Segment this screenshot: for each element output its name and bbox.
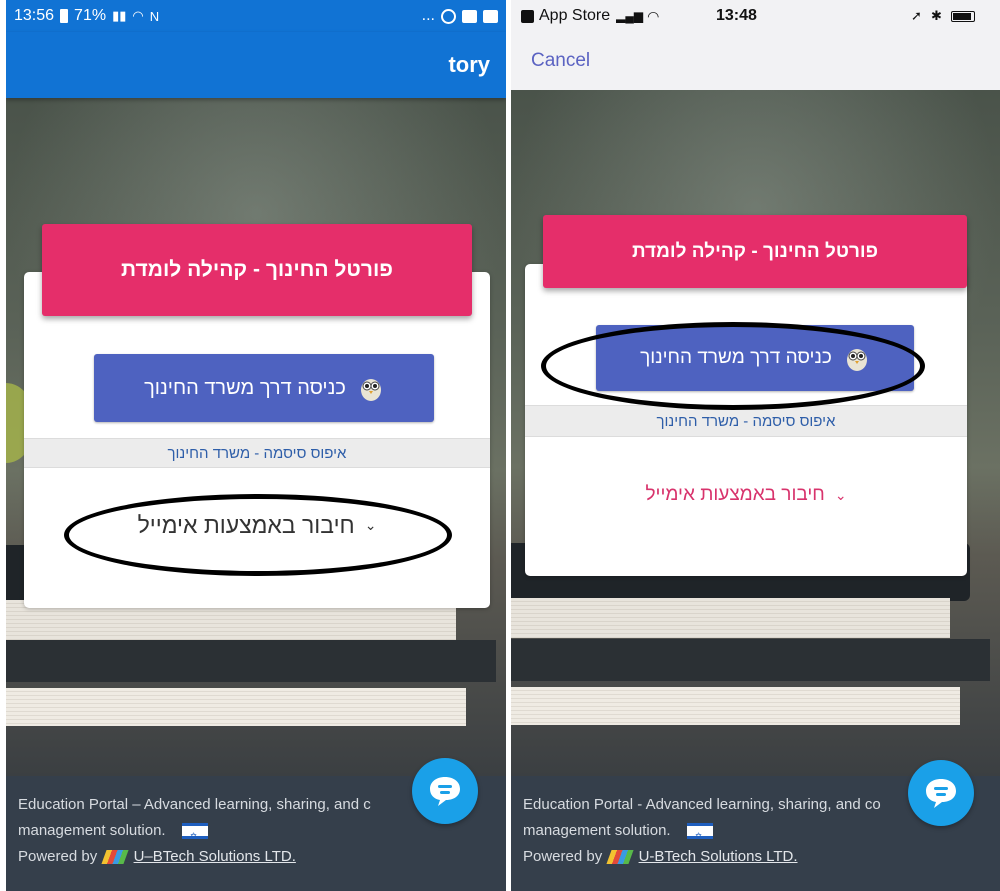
status-carrier[interactable]: App Store [539, 7, 610, 25]
footer-line-2: management solution. [18, 818, 494, 849]
email-login-label: חיבור באמצעות אימייל [137, 511, 355, 538]
footer-description: Education Portal – Advanced learning, sh… [18, 796, 371, 813]
signal-icon: ▮▮ [112, 8, 127, 23]
ubtech-logo-icon [101, 850, 129, 865]
cancel-button[interactable]: Cancel [531, 50, 590, 72]
android-status-bar: 13:56 71% ▮▮ ◠ N ... [6, 0, 506, 32]
back-to-app-icon [521, 9, 534, 23]
footer-line-2: management solution. [523, 818, 988, 849]
battery-icon [951, 10, 975, 22]
israel-flag-icon [181, 823, 208, 849]
signal-icon: ▂▄▆ [616, 9, 644, 23]
moe-login-button[interactable]: כניסה דרך משרד החינוך [94, 354, 434, 422]
app-bar: tory [6, 32, 506, 98]
book-pages [511, 686, 960, 725]
android-screen: 13:56 71% ▮▮ ◠ N ... tory כניסה דרך משרד… [6, 0, 506, 891]
mail-icon [462, 9, 477, 23]
ios-screen: App Store ▂▄▆ ◠ 13:48 ➚ ✱ Cancel כניסה ד… [511, 0, 1000, 891]
israel-flag-icon [686, 823, 713, 849]
chevron-down-icon: ⌄ [834, 486, 847, 503]
email-login-toggle[interactable]: חיבור באמצעות אימייל ⌄ [525, 480, 967, 510]
powered-by-label: Powered by [523, 848, 603, 865]
footer-line-3: Powered by U-BTech Solutions LTD. [523, 844, 988, 870]
footer-solution: management solution. [18, 822, 166, 839]
company-link[interactable]: U-BTech Solutions LTD. [639, 848, 798, 865]
battery-icon [60, 9, 69, 23]
login-card: כניסה דרך משרד החינוך איפוס סיסמה - משרד… [525, 264, 967, 576]
app-bar-title: tory [448, 52, 490, 77]
owl-icon [360, 379, 381, 401]
company-link[interactable]: U–BTech Solutions LTD. [134, 848, 296, 865]
wifi-icon: ◠ [647, 7, 660, 24]
chat-bubble-icon [926, 779, 956, 808]
status-time: 13:56 [14, 7, 55, 24]
email-login-label: חיבור באמצעות אימייל [645, 484, 825, 505]
location-icon: ➚ [911, 8, 922, 23]
battery-percent: 71% [74, 7, 107, 24]
wifi-icon: ◠ [132, 8, 144, 23]
login-card: כניסה דרך משרד החינוך איפוס סיסמה - משרד… [24, 272, 490, 608]
status-time: 13:48 [716, 7, 757, 24]
chevron-down-icon: ⌄ [364, 516, 377, 533]
nfc-icon: N [149, 8, 160, 24]
ubtech-logo-icon [606, 850, 634, 865]
whatsapp-icon [441, 8, 456, 24]
email-login-toggle[interactable]: חיבור באמצעות אימייל ⌄ [24, 508, 490, 542]
password-reset-link[interactable]: איפוס סיסמה - משרד החינוך [24, 438, 490, 468]
image-icon [483, 9, 498, 23]
book-pages [511, 597, 950, 638]
chat-button[interactable] [908, 760, 974, 826]
bluetooth-icon: ✱ [931, 8, 942, 23]
chat-bubble-icon [430, 777, 460, 806]
moe-login-label: כניסה דרך משרד החינוך [640, 347, 832, 368]
book [511, 638, 990, 681]
footer-line-3: Powered by U–BTech Solutions LTD. [18, 844, 494, 870]
owl-icon [846, 349, 867, 371]
footer-solution: management solution. [523, 822, 671, 839]
book-pages [6, 687, 466, 726]
nav-bar: Cancel [511, 32, 1000, 90]
powered-by-label: Powered by [18, 848, 98, 865]
ios-status-bar: App Store ▂▄▆ ◠ 13:48 ➚ ✱ [511, 0, 1000, 32]
moe-login-button[interactable]: כניסה דרך משרד החינוך [596, 325, 914, 391]
portal-header: פורטל החינוך - קהילה לומדת [543, 215, 967, 288]
moe-login-label: כניסה דרך משרד החינוך [144, 376, 346, 399]
chat-button[interactable] [412, 758, 478, 824]
book [6, 640, 496, 683]
portal-header: פורטל החינוך - קהילה לומדת [42, 224, 472, 316]
status-more: ... [421, 7, 435, 24]
footer-description: Education Portal - Advanced learning, sh… [523, 796, 881, 813]
password-reset-link[interactable]: איפוס סיסמה - משרד החינוך [525, 405, 967, 437]
